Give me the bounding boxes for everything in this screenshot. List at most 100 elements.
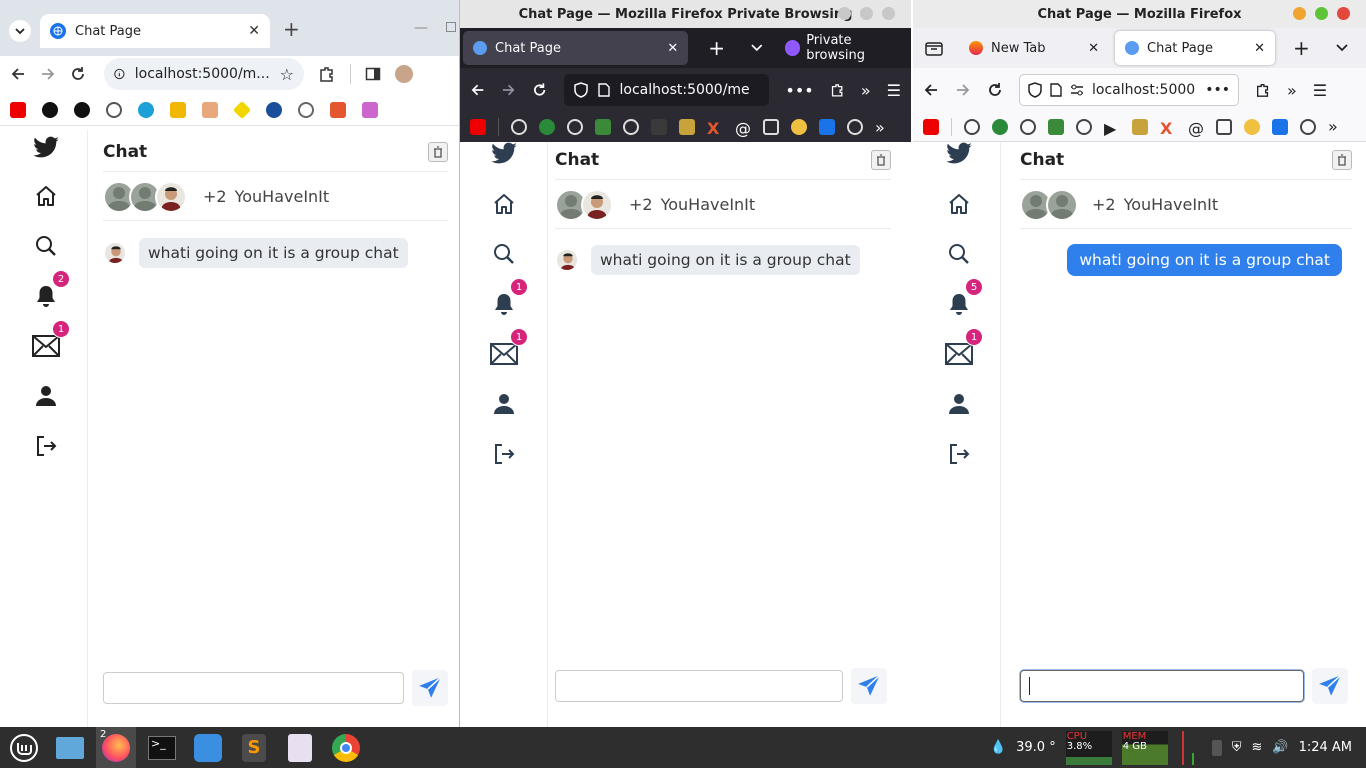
bookmark-icon[interactable]: [763, 119, 779, 135]
delete-chat-button[interactable]: [871, 149, 891, 170]
bookmark-icon[interactable]: [232, 100, 252, 119]
overflow-chevron-icon[interactable]: »: [1287, 81, 1297, 100]
bookmark-icon[interactable]: [42, 101, 58, 118]
youtube-bookmark-icon[interactable]: [923, 118, 939, 135]
firefox-address-bar[interactable]: localhost:5000/me: [563, 74, 770, 106]
globe-bookmark-icon[interactable]: [1020, 118, 1036, 135]
hamburger-menu-icon[interactable]: ☰: [887, 81, 901, 100]
twitter-logo-icon[interactable]: [28, 130, 64, 166]
shield-icon[interactable]: [573, 82, 588, 98]
terminal-app[interactable]: >_: [142, 727, 182, 768]
chrome-app[interactable]: [326, 727, 366, 768]
search-icon[interactable]: [486, 236, 522, 272]
close-tab-icon[interactable]: ✕: [1088, 41, 1099, 56]
bookmark-icon[interactable]: @: [735, 119, 751, 138]
forward-icon[interactable]: [955, 82, 971, 98]
extensions-icon[interactable]: [830, 82, 845, 98]
files-app[interactable]: [50, 727, 90, 768]
back-icon[interactable]: [923, 82, 939, 98]
sublime-app[interactable]: S: [234, 727, 274, 768]
firefox-address-bar[interactable]: localhost:5000 •••: [1019, 74, 1239, 106]
home-icon[interactable]: [941, 186, 977, 222]
bookmark-icon[interactable]: [679, 119, 695, 135]
back-icon[interactable]: [470, 82, 485, 98]
maximize-button[interactable]: [860, 7, 873, 20]
bookmark-icon[interactable]: [74, 101, 90, 118]
hamburger-menu-icon[interactable]: ☰: [1313, 81, 1327, 100]
notifications-bell-icon[interactable]: 5: [941, 278, 983, 322]
bookmark-icon[interactable]: [1132, 118, 1148, 135]
youtube-bookmark-icon[interactable]: [470, 119, 486, 135]
chrome-tab-chat-page[interactable]: Chat Page ✕: [40, 14, 270, 48]
close-tab-icon[interactable]: ✕: [667, 41, 678, 56]
bookmark-icon[interactable]: [791, 119, 807, 135]
firefox-tab-chat-page[interactable]: Chat Page ✕: [463, 31, 689, 65]
home-icon[interactable]: [28, 178, 64, 214]
new-tab-button[interactable]: +: [1293, 36, 1310, 60]
globe-bookmark-icon[interactable]: [106, 101, 122, 118]
tab-list-chevron-icon[interactable]: [751, 44, 763, 52]
notifications-bell-icon[interactable]: 2: [28, 270, 70, 314]
shield-icon[interactable]: ⛨: [1232, 740, 1242, 755]
back-icon[interactable]: [10, 66, 26, 82]
bookmarks-overflow-icon[interactable]: »: [875, 118, 885, 137]
play-bookmark-icon[interactable]: ▶: [1104, 119, 1120, 138]
reload-icon[interactable]: [987, 82, 1003, 98]
reload-icon[interactable]: [70, 66, 86, 82]
bookmark-icon[interactable]: [819, 119, 835, 135]
logout-icon[interactable]: [486, 436, 522, 472]
chrome-address-bar[interactable]: localhost:5000/m... ☆: [104, 58, 304, 90]
forward-icon[interactable]: [501, 82, 516, 98]
messages-mail-icon[interactable]: 1: [941, 328, 983, 372]
tab-search-button[interactable]: [9, 20, 31, 42]
twitter-logo-icon[interactable]: [941, 136, 977, 172]
bookmark-icon[interactable]: [202, 101, 218, 118]
new-tab-button[interactable]: +: [283, 17, 300, 41]
bookmark-icon[interactable]: [170, 101, 186, 118]
firefox-tab-chat-page[interactable]: Chat Page ✕: [1115, 31, 1275, 65]
chat-members[interactable]: +2 YouHaveInIt: [555, 181, 891, 229]
youtube-bookmark-icon[interactable]: [10, 101, 26, 118]
bookmark-icon[interactable]: @: [1188, 119, 1204, 138]
page-actions-menu-icon[interactable]: •••: [785, 81, 813, 100]
globe-bookmark-icon[interactable]: [847, 119, 863, 135]
overflow-chevron-icon[interactable]: »: [861, 81, 871, 100]
logout-icon[interactable]: [941, 436, 977, 472]
reload-icon[interactable]: [532, 82, 547, 98]
bookmark-icon[interactable]: [138, 101, 154, 118]
globe-bookmark-icon[interactable]: [511, 119, 527, 135]
new-tab-button[interactable]: +: [708, 36, 725, 60]
chat-members[interactable]: +2 YouHaveInIt: [103, 173, 448, 221]
send-button[interactable]: [851, 668, 887, 704]
close-window-button[interactable]: [882, 7, 895, 20]
chat-members[interactable]: +2 YouHaveInIt: [1020, 181, 1352, 229]
search-icon[interactable]: [28, 228, 64, 264]
wifi-icon[interactable]: ≋: [1251, 740, 1262, 755]
twitter-logo-icon[interactable]: [486, 136, 522, 172]
editor-app[interactable]: [280, 727, 320, 768]
bookmark-icon[interactable]: [298, 101, 314, 118]
forward-icon[interactable]: [40, 66, 56, 82]
bookmark-icon[interactable]: X: [707, 119, 723, 138]
site-info-icon[interactable]: [114, 67, 125, 81]
bookmark-icon[interactable]: [1272, 118, 1288, 135]
home-icon[interactable]: [486, 186, 522, 222]
extensions-icon[interactable]: [1255, 82, 1271, 98]
shield-icon[interactable]: [1028, 82, 1042, 98]
bookmark-icon[interactable]: [992, 118, 1008, 135]
tab-list-chevron-icon[interactable]: [1336, 44, 1348, 52]
bookmark-icon[interactable]: [330, 101, 346, 118]
profile-icon[interactable]: [486, 386, 522, 422]
profile-avatar[interactable]: [395, 65, 413, 83]
messages-mail-icon[interactable]: 1: [486, 328, 528, 372]
send-button[interactable]: [412, 670, 448, 706]
bookmark-icon[interactable]: [651, 119, 667, 135]
volume-icon[interactable]: 🔊: [1272, 740, 1288, 755]
message-input[interactable]: [1020, 670, 1304, 702]
globe-bookmark-icon[interactable]: [1300, 118, 1316, 135]
memory-graph[interactable]: MEM 4 GB: [1121, 730, 1168, 765]
profile-icon[interactable]: [28, 378, 64, 414]
message-input[interactable]: [555, 670, 843, 702]
messages-mail-icon[interactable]: 1: [28, 320, 70, 364]
permissions-icon[interactable]: [1070, 84, 1084, 96]
